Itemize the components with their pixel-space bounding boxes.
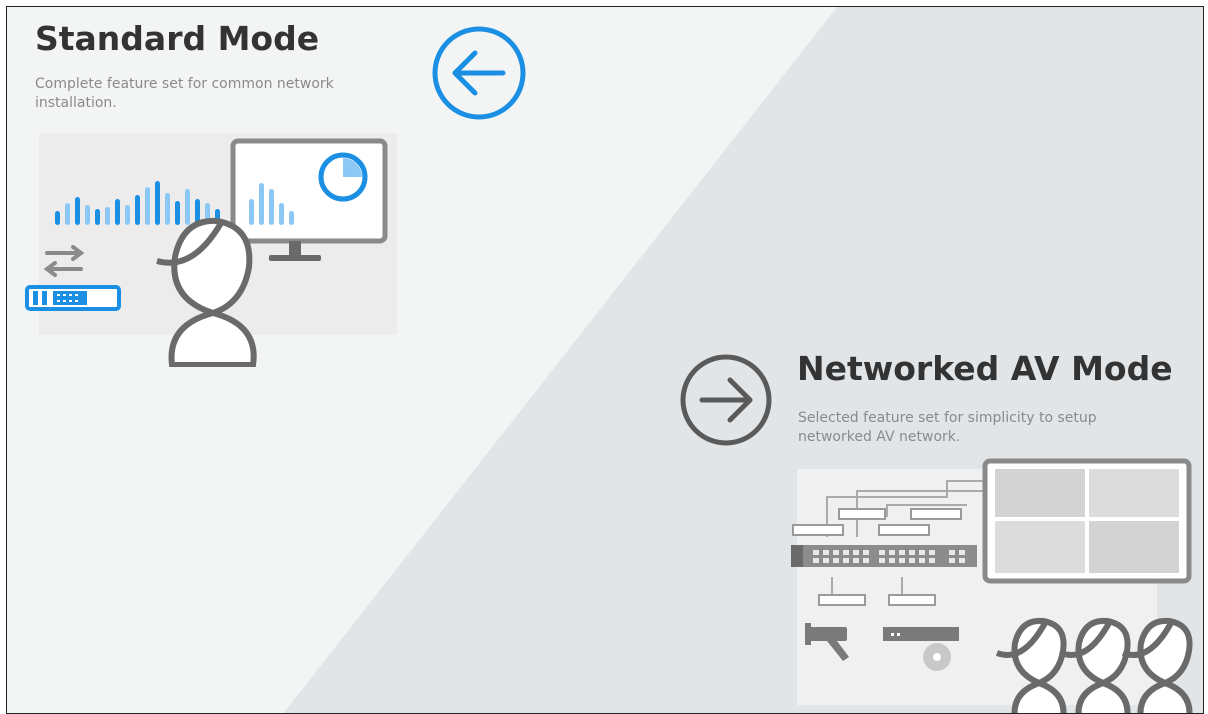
networked-av-mode-title: Networked AV Mode — [797, 349, 1173, 388]
standard-mode-description: Complete feature set for common network … — [35, 76, 334, 111]
switch-device-icon — [25, 285, 121, 311]
networked-av-mode-illustration — [791, 458, 1193, 713]
networked-av-mode-panel[interactable]: Networked AV Mode Selected feature set f… — [667, 337, 1203, 713]
standard-mode-title: Standard Mode — [35, 19, 320, 58]
mode-selection-frame: Standard Mode Complete feature set for c… — [6, 6, 1204, 714]
monitor-graphic — [230, 138, 388, 261]
main-switch-icon — [791, 545, 977, 567]
standard-mode-illustration — [25, 133, 397, 367]
arrow-right-circle-icon[interactable] — [679, 353, 773, 447]
arrow-left-circle-icon[interactable] — [431, 25, 527, 121]
standard-mode-panel[interactable]: Standard Mode Complete feature set for c… — [7, 7, 607, 713]
networked-av-mode-description: Selected feature set for simplicity to s… — [798, 410, 1097, 445]
person-group-icon — [995, 617, 1193, 713]
video-wall-icon — [982, 458, 1192, 584]
